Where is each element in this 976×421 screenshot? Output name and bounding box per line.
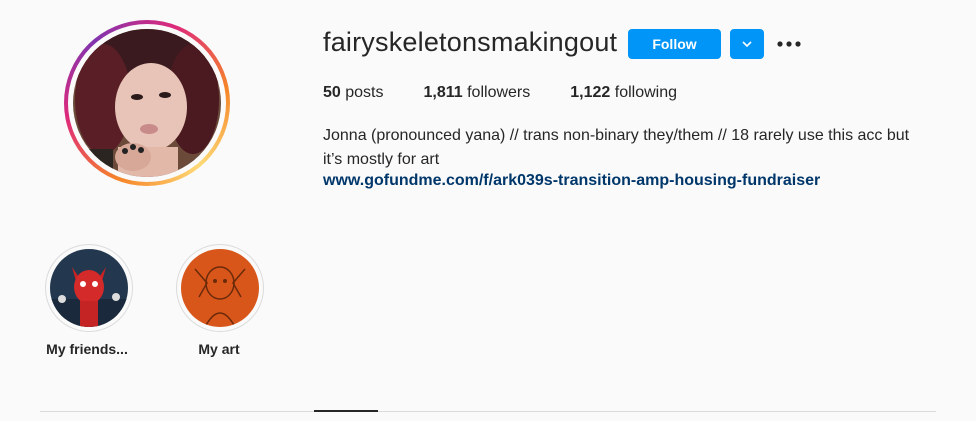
profile-photo — [73, 29, 221, 177]
bio-line: Jonna (pronounced yana) // trans non-bin… — [323, 127, 910, 144]
bio-link[interactable]: www.gofundme.com/f/ark039s-transition-am… — [323, 172, 820, 190]
active-tab-indicator — [314, 410, 378, 412]
posts-stat: 50 posts — [323, 84, 384, 102]
highlight-cover-image — [181, 249, 259, 327]
highlight-label: My friends... — [46, 341, 128, 357]
tabs-divider — [40, 411, 936, 412]
followers-label: followers — [467, 84, 531, 101]
suggestions-dropdown-button[interactable] — [730, 29, 764, 59]
highlight-label: My art — [198, 341, 240, 357]
followers-stat[interactable]: 1,811 followers — [424, 84, 531, 102]
profile-avatar[interactable] — [64, 20, 230, 186]
follow-button[interactable]: Follow — [628, 29, 721, 59]
posts-count: 50 — [323, 84, 341, 101]
username: fairyskeletonsmakingout — [323, 27, 618, 57]
bio-line: it’s mostly for art — [323, 151, 440, 168]
following-count: 1,122 — [570, 84, 611, 101]
posts-label: posts — [345, 84, 384, 101]
profile-bio: Jonna (pronounced yana) // trans non-bin… — [323, 124, 943, 172]
more-options-icon — [777, 41, 801, 47]
chevron-down-icon — [742, 41, 752, 48]
highlight-cover-image — [50, 249, 128, 327]
highlight-my-art[interactable] — [176, 244, 264, 332]
highlight-my-friends[interactable] — [45, 244, 133, 332]
following-stat[interactable]: 1,122 following — [570, 84, 677, 102]
followers-count: 1,811 — [423, 84, 463, 101]
profile-stats: 50 posts 1,811 followers 1,122 following — [323, 84, 717, 102]
following-label: following — [614, 84, 678, 101]
more-options-button[interactable] — [775, 33, 803, 55]
